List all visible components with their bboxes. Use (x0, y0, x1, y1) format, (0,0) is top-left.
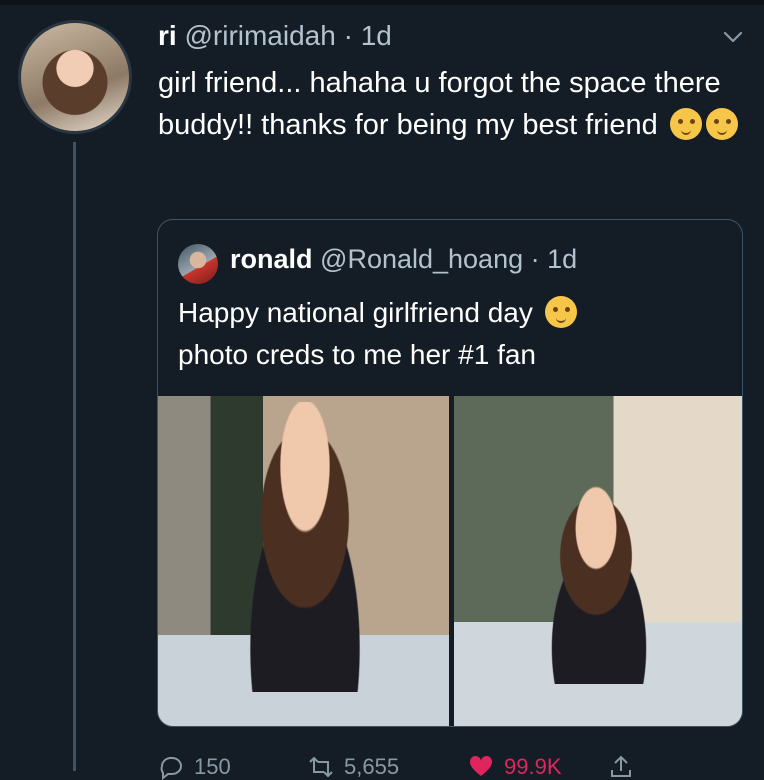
share-icon (611, 755, 631, 777)
quoted-separator: · (530, 244, 540, 274)
quoted-header: ronald @Ronald_hoang · 1d (230, 242, 577, 276)
retweet-icon (309, 756, 333, 778)
quoted-tweet[interactable]: ronald @Ronald_hoang · 1d Happy national… (157, 219, 743, 727)
reply-count: 150 (194, 754, 231, 779)
retweet-button[interactable]: 5,655 (308, 754, 399, 780)
person-figure (220, 402, 390, 692)
tweet-text: girl friend... hahaha u forgot the space… (158, 62, 738, 146)
share-button[interactable] (608, 754, 634, 780)
quoted-handle[interactable]: @Ronald_hoang (320, 244, 523, 274)
tweet-header: ri @ririmaidah · 1d (158, 20, 392, 52)
thread-line (73, 142, 76, 771)
avatar[interactable] (18, 20, 132, 134)
quoted-timestamp[interactable]: 1d (547, 244, 577, 274)
separator: · (343, 20, 353, 51)
quoted-display-name[interactable]: ronald (230, 244, 313, 274)
photo-woman-seated-at-table[interactable] (158, 396, 449, 726)
like-count: 99.9K (504, 754, 562, 779)
relieved-face-emoji (705, 108, 738, 140)
tweet-actions: 150 5,655 99.9K (158, 748, 718, 780)
chevron-down-icon[interactable] (722, 26, 744, 48)
top-divider (0, 0, 764, 5)
reply-icon (160, 757, 182, 780)
person-figure (524, 484, 674, 684)
like-button[interactable]: 99.9K (468, 754, 562, 780)
photo-woman-leaning-on-table[interactable] (454, 396, 742, 726)
retweet-count: 5,655 (344, 754, 400, 779)
handle[interactable]: @ririmaidah (184, 20, 335, 51)
quoted-line-1: Happy national girlfriend day (178, 297, 533, 328)
tweet-body: girl friend... hahaha u forgot the space… (158, 67, 721, 141)
reply-button[interactable]: 150 (158, 754, 231, 780)
display-name[interactable]: ri (158, 20, 177, 51)
quoted-line-2: photo creds to me her #1 fan (178, 339, 536, 370)
quoted-avatar[interactable] (178, 244, 218, 284)
smiling-face-with-hearts-emoji (544, 296, 577, 328)
quoted-text: Happy national girlfriend day photo cred… (178, 292, 738, 376)
heart-icon (469, 755, 493, 776)
timestamp[interactable]: 1d (361, 20, 392, 51)
quoted-photos (158, 396, 742, 726)
kissing-face-emoji (669, 108, 702, 140)
